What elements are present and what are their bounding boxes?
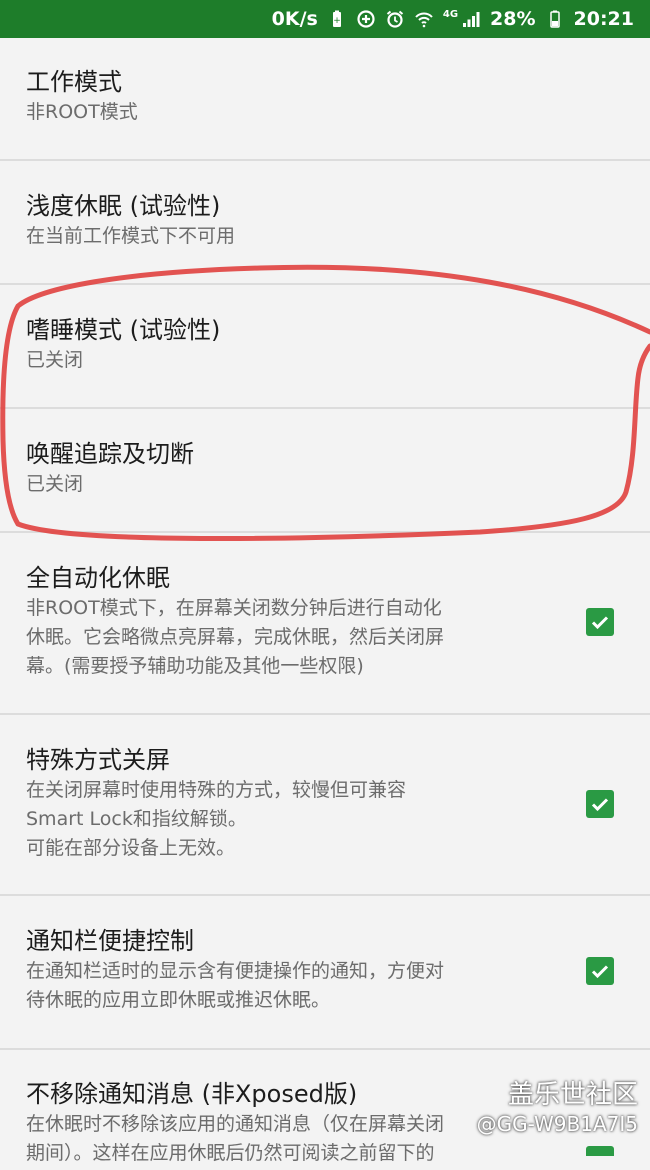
pref-summary: 在休眠时不移除该应用的通知消息（仅在屏幕关闭 期间）。这样在应用休眠后仍然可阅读… [26, 1113, 445, 1164]
pref-work-mode[interactable]: 工作模式 非ROOT模式 [0, 38, 650, 161]
keep-notifications-checkbox[interactable] [586, 1146, 614, 1156]
check-icon [591, 798, 609, 812]
watermark-title: 盖乐世社区 [507, 1080, 638, 1110]
special-screen-off-checkbox[interactable] [586, 790, 614, 818]
pref-light-doze[interactable]: 浅度休眠 (试验性) 在当前工作模式下不可用 [0, 161, 650, 285]
svg-text:+: + [333, 16, 341, 26]
pref-title: 不移除通知消息 (非Xposed版) [26, 1080, 358, 1108]
network-speed: 0K/s [271, 8, 318, 30]
pref-summary: 在通知栏适时的显示含有便捷操作的通知，方便对 待休眠的应用立即休眠或推迟休眠。 [26, 960, 445, 1011]
battery-icon [545, 9, 565, 29]
data-saver-icon [356, 9, 376, 29]
wifi-icon [414, 9, 434, 29]
watermark-user: @GG-W9B1A7I5 [476, 1112, 638, 1136]
auto-hibernate-checkbox[interactable] [586, 608, 614, 636]
pref-special-screen-off[interactable]: 特殊方式关屏 在关闭屏幕时使用特殊的方式，较慢但可兼容 Smart Lock和指… [0, 715, 650, 896]
pref-title: 通知栏便捷控制 [26, 927, 194, 955]
preference-list: 工作模式 非ROOT模式 浅度休眠 (试验性) 在当前工作模式下不可用 嗜睡模式… [0, 38, 650, 1170]
pref-summary: 已关闭 [26, 473, 84, 495]
pref-title: 嗜睡模式 (试验性) [26, 316, 221, 344]
notification-control-checkbox[interactable] [586, 957, 614, 985]
pref-summary: 在关闭屏幕时使用特殊的方式，较慢但可兼容 Smart Lock和指纹解锁。 可能… [26, 779, 407, 859]
check-icon [591, 616, 609, 630]
battery-saver-icon: + [327, 9, 347, 29]
network-type: 4G [442, 8, 459, 20]
pref-title: 浅度休眠 (试验性) [26, 192, 221, 220]
battery-percent: 28% [490, 8, 536, 30]
pref-wakelock-tracking[interactable]: 唤醒追踪及切断 已关闭 [0, 409, 650, 533]
pref-auto-hibernate[interactable]: 全自动化休眠 非ROOT模式下，在屏幕关闭数分钟后进行自动化 休眠。它会略微点亮… [0, 533, 650, 715]
alarm-icon [385, 9, 405, 29]
status-bar: 0K/s + 4G 28% 20:21 [0, 0, 650, 38]
pref-title: 唤醒追踪及切断 [26, 440, 194, 468]
check-icon [591, 965, 609, 979]
watermark: 盖乐世社区 @GG-W9B1A7I5 [477, 1078, 638, 1136]
signal-icon [461, 9, 481, 29]
clock: 20:21 [573, 8, 634, 30]
pref-summary: 非ROOT模式 [26, 101, 138, 123]
pref-summary: 在当前工作模式下不可用 [26, 225, 236, 247]
pref-notification-control[interactable]: 通知栏便捷控制 在通知栏适时的显示含有便捷操作的通知，方便对 待休眠的应用立即休… [0, 896, 650, 1050]
pref-doze-mode[interactable]: 嗜睡模式 (试验性) 已关闭 [0, 285, 650, 409]
pref-summary: 非ROOT模式下，在屏幕关闭数分钟后进行自动化 休眠。它会略微点亮屏幕，完成休眠… [26, 597, 445, 677]
pref-title: 工作模式 [26, 68, 122, 96]
pref-summary: 已关闭 [26, 349, 84, 371]
pref-title: 全自动化休眠 [26, 564, 170, 592]
pref-title: 特殊方式关屏 [26, 746, 170, 774]
